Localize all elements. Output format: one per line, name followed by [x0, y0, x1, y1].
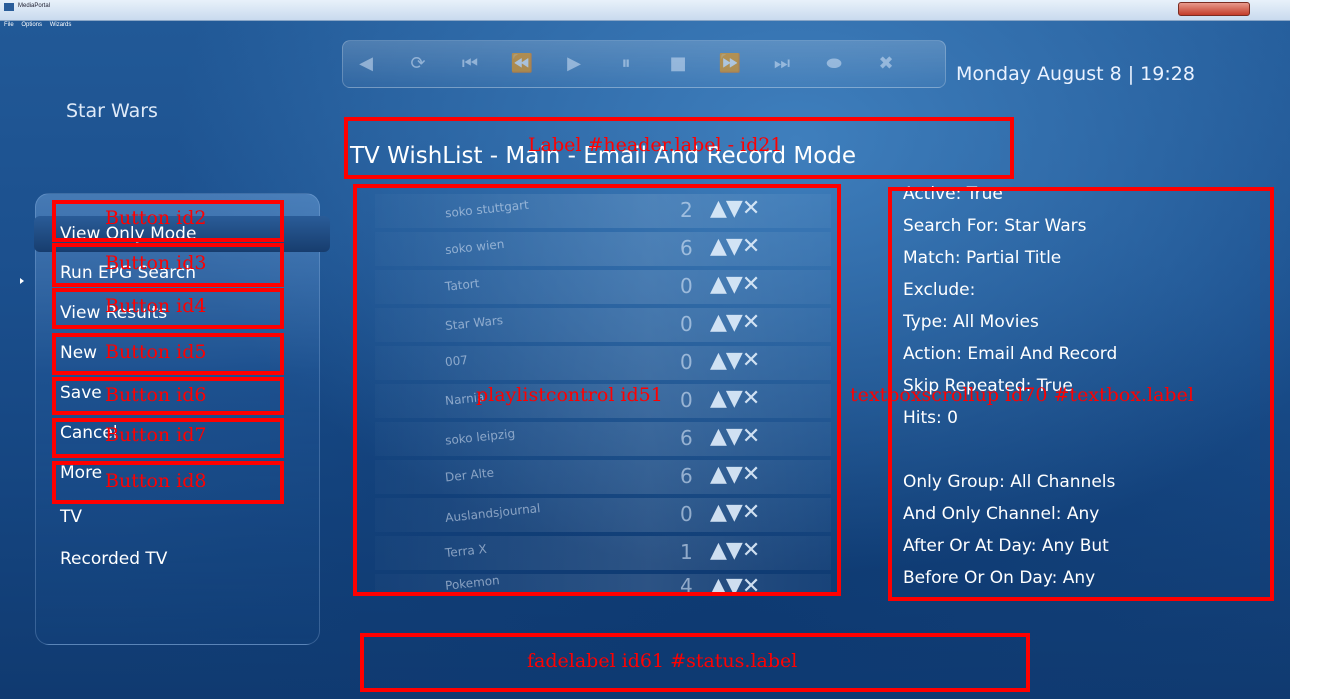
menu-options[interactable]: Options — [21, 22, 42, 28]
menu-recorded-tv[interactable]: Recorded TV — [60, 549, 167, 569]
annotation-label-button6: Button id6 — [105, 384, 207, 406]
annotation-label-button4: Button id4 — [105, 295, 207, 317]
fast-forward-icon[interactable]: ⏩ — [715, 51, 745, 77]
annotation-label-status: fadelabel id61 #status.label — [527, 650, 798, 672]
skip-forward-icon[interactable]: ⏭ — [767, 51, 797, 77]
stop-icon[interactable]: ■ — [663, 51, 693, 77]
annotation-label-button7: Button id7 — [105, 424, 207, 446]
rewind-icon[interactable]: ⏪ — [507, 51, 537, 77]
menu-wizards[interactable]: Wizards — [50, 22, 72, 28]
window-controls[interactable] — [1178, 2, 1250, 16]
annotation-label-header: Label #header.label - id21 — [528, 134, 783, 156]
prev-icon[interactable]: ◀ — [351, 51, 381, 77]
refresh-icon[interactable]: ⟳ — [403, 51, 433, 77]
annotation-label-button2: Button id2 — [105, 207, 207, 229]
annotation-label-playlist: playlistcontrol id51 — [476, 384, 663, 406]
app-icon — [4, 3, 14, 11]
window-title: MediaPortal — [18, 3, 51, 9]
window-titlebar: MediaPortal — [0, 0, 1290, 21]
close-icon[interactable]: ✖ — [871, 51, 901, 77]
mouse-pointer-icon — [20, 278, 24, 284]
skip-back-icon[interactable]: ⏮ — [455, 51, 485, 77]
datetime: Monday August 8 | 19:28 — [956, 63, 1195, 85]
annotation-label-button5: Button id5 — [105, 341, 207, 363]
pause-icon[interactable]: ⏸ — [611, 51, 641, 77]
play-icon[interactable]: ▶ — [559, 51, 589, 77]
annotation-label-button3: Button id3 — [105, 252, 207, 274]
annotation-label-textbox: textboxscrollup id70 #textbox.label — [850, 384, 1194, 406]
menu-file[interactable]: File — [4, 22, 14, 28]
record-icon[interactable]: ⬬ — [819, 51, 849, 77]
page-subtitle: Star Wars — [66, 100, 158, 122]
window-edge — [1290, 0, 1327, 699]
annotation-label-button8: Button id8 — [105, 470, 207, 492]
transport-bar: ◀ ⟳ ⏮ ⏪ ▶ ⏸ ■ ⏩ ⏭ ⬬ ✖ — [342, 40, 946, 88]
menu-tv[interactable]: TV — [60, 507, 82, 527]
window-menubar: File Options Wizards — [4, 22, 77, 28]
